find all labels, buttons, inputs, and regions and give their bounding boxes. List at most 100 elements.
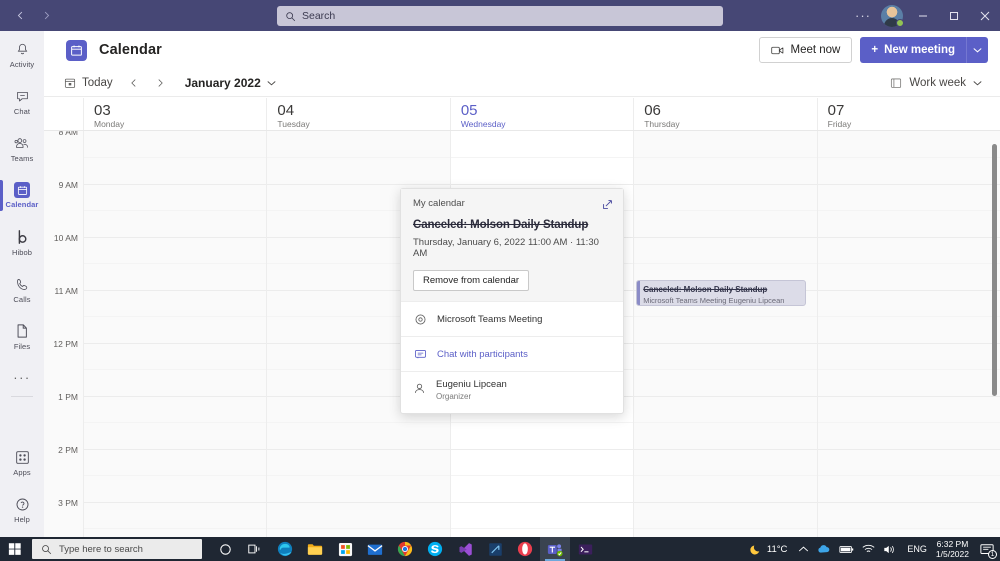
- titlebar-more-button[interactable]: ···: [849, 0, 877, 31]
- mail-icon: [367, 544, 383, 555]
- day-header-tuesday[interactable]: 04 Tuesday: [266, 98, 449, 130]
- new-meeting-split-button[interactable]: + New meeting: [860, 37, 988, 63]
- clock[interactable]: 6:32 PM 1/5/2022: [933, 539, 976, 559]
- notification-center-button[interactable]: 1: [976, 537, 998, 561]
- day-name: Friday: [827, 119, 852, 129]
- microsoft-teams-button[interactable]: [540, 537, 570, 561]
- calendar-scrollbar-thumb[interactable]: [992, 144, 997, 396]
- time-label: 12 PM: [53, 339, 78, 349]
- tray-overflow-button[interactable]: [794, 537, 813, 561]
- edge-button[interactable]: [270, 537, 300, 561]
- day-header-friday[interactable]: 07 Friday: [816, 98, 1000, 130]
- today-button[interactable]: Today: [56, 72, 121, 94]
- sidebar-item-label: Chat: [13, 106, 31, 116]
- remove-from-calendar-button[interactable]: Remove from calendar: [413, 270, 530, 291]
- day-number: 07: [827, 102, 845, 119]
- minimize-button[interactable]: [907, 0, 938, 31]
- chat-icon: [14, 88, 31, 105]
- file-icon: [14, 323, 31, 340]
- presence-available-badge: [896, 19, 904, 27]
- apps-grid-icon: [14, 449, 31, 466]
- start-button[interactable]: [0, 537, 30, 561]
- day-number: 04: [277, 102, 295, 119]
- sidebar-item-files[interactable]: Files: [0, 313, 44, 360]
- maximize-button[interactable]: [938, 0, 969, 31]
- sidebar-item-label: Hibob: [11, 247, 33, 257]
- chat-with-participants-row[interactable]: Chat with participants: [401, 336, 623, 371]
- event-title: Canceled: Molson Daily Standup: [643, 285, 768, 294]
- azure-data-studio-button[interactable]: [480, 537, 510, 561]
- day-header-wednesday[interactable]: 05 Wednesday: [449, 98, 633, 130]
- sidebar-item-calls[interactable]: Calls: [0, 266, 44, 313]
- chevron-down-icon: [267, 80, 276, 85]
- onedrive-button[interactable]: [813, 537, 835, 561]
- battery-icon: [839, 545, 854, 553]
- weather-temperature: 11°C: [766, 543, 788, 555]
- previous-week-button[interactable]: [123, 72, 145, 94]
- window-nav-arrows: [0, 4, 58, 28]
- chrome-button[interactable]: [390, 537, 420, 561]
- day-header-monday[interactable]: 03 Monday: [83, 98, 266, 130]
- skype-button[interactable]: [420, 537, 450, 561]
- cortana-button[interactable]: [210, 537, 240, 561]
- task-view-button[interactable]: [240, 537, 270, 561]
- sidebar-item-chat[interactable]: Chat: [0, 78, 44, 125]
- bell-icon: [14, 41, 31, 58]
- new-meeting-dropdown-button[interactable]: [966, 37, 988, 63]
- next-week-button[interactable]: [149, 72, 171, 94]
- expand-diagonal-icon[interactable]: [599, 196, 615, 212]
- chevron-right-icon: [158, 78, 163, 87]
- wifi-button[interactable]: [858, 537, 879, 561]
- close-icon: [980, 11, 989, 20]
- sidebar-item-apps[interactable]: Apps: [0, 439, 44, 486]
- sidebar-item-teams[interactable]: Teams: [0, 125, 44, 172]
- mail-button[interactable]: [360, 537, 390, 561]
- month-picker-button[interactable]: January 2022: [185, 76, 276, 90]
- day-column-friday[interactable]: [816, 131, 1000, 537]
- new-meeting-button[interactable]: + New meeting: [860, 37, 966, 63]
- day-column-thursday[interactable]: Canceled: Molson Daily Standup Microsoft…: [633, 131, 817, 537]
- chevron-down-icon: [973, 80, 982, 85]
- sidebar-item-help[interactable]: Help: [0, 486, 44, 533]
- weather-widget[interactable]: [746, 537, 767, 561]
- vscode-button[interactable]: [450, 537, 480, 561]
- battery-button[interactable]: [835, 537, 858, 561]
- close-button[interactable]: [969, 0, 1000, 31]
- sidebar-item-activity[interactable]: Activity: [0, 31, 44, 78]
- volume-button[interactable]: [879, 537, 901, 561]
- opera-button[interactable]: [510, 537, 540, 561]
- event-popup-header: My calendar Canceled: Molson Daily Stand…: [401, 189, 623, 301]
- time-label: 9 AM: [58, 180, 78, 190]
- sidebar-more-apps-button[interactable]: ···: [0, 360, 44, 394]
- user-avatar-button[interactable]: [877, 0, 907, 31]
- event-calendar-source: My calendar: [413, 198, 465, 209]
- calendar-toolbar: Today January 2022 Work week: [44, 69, 1000, 97]
- today-label: Today: [82, 76, 113, 89]
- day-number: 03: [94, 102, 111, 119]
- terminal-button[interactable]: [570, 537, 600, 561]
- file-explorer-button[interactable]: [300, 537, 330, 561]
- event-popup-title: Canceled: Molson Daily Standup: [413, 219, 589, 231]
- chevron-up-icon: [799, 546, 809, 551]
- back-button[interactable]: [8, 4, 32, 28]
- taskbar-search-placeholder: Type here to search: [59, 543, 143, 555]
- day-column-monday[interactable]: [83, 131, 267, 537]
- taskbar-search-input[interactable]: Type here to search: [32, 539, 202, 559]
- person-icon: [413, 382, 426, 400]
- event-location-row[interactable]: Microsoft Teams Meeting: [401, 301, 623, 336]
- sidebar-item-label: Calls: [13, 294, 31, 304]
- microsoft-store-button[interactable]: [330, 537, 360, 561]
- time-label: 2 PM: [58, 445, 78, 455]
- sidebar-item-calendar[interactable]: Calendar: [0, 172, 44, 219]
- location-pin-icon: [413, 312, 427, 326]
- event-details-popup: My calendar Canceled: Molson Daily Stand…: [400, 188, 624, 414]
- sidebar-item-hibob[interactable]: Hibob: [0, 219, 44, 266]
- search-input[interactable]: Search: [277, 6, 723, 26]
- calendar-event[interactable]: Canceled: Molson Daily Standup Microsoft…: [636, 280, 807, 306]
- language-indicator[interactable]: ENG: [901, 544, 933, 554]
- meet-now-button[interactable]: Meet now: [759, 37, 853, 63]
- view-mode-selector[interactable]: Work week: [884, 72, 988, 94]
- forward-button[interactable]: [34, 4, 58, 28]
- clock-date: 1/5/2022: [935, 549, 969, 559]
- day-header-thursday[interactable]: 06 Thursday: [633, 98, 816, 130]
